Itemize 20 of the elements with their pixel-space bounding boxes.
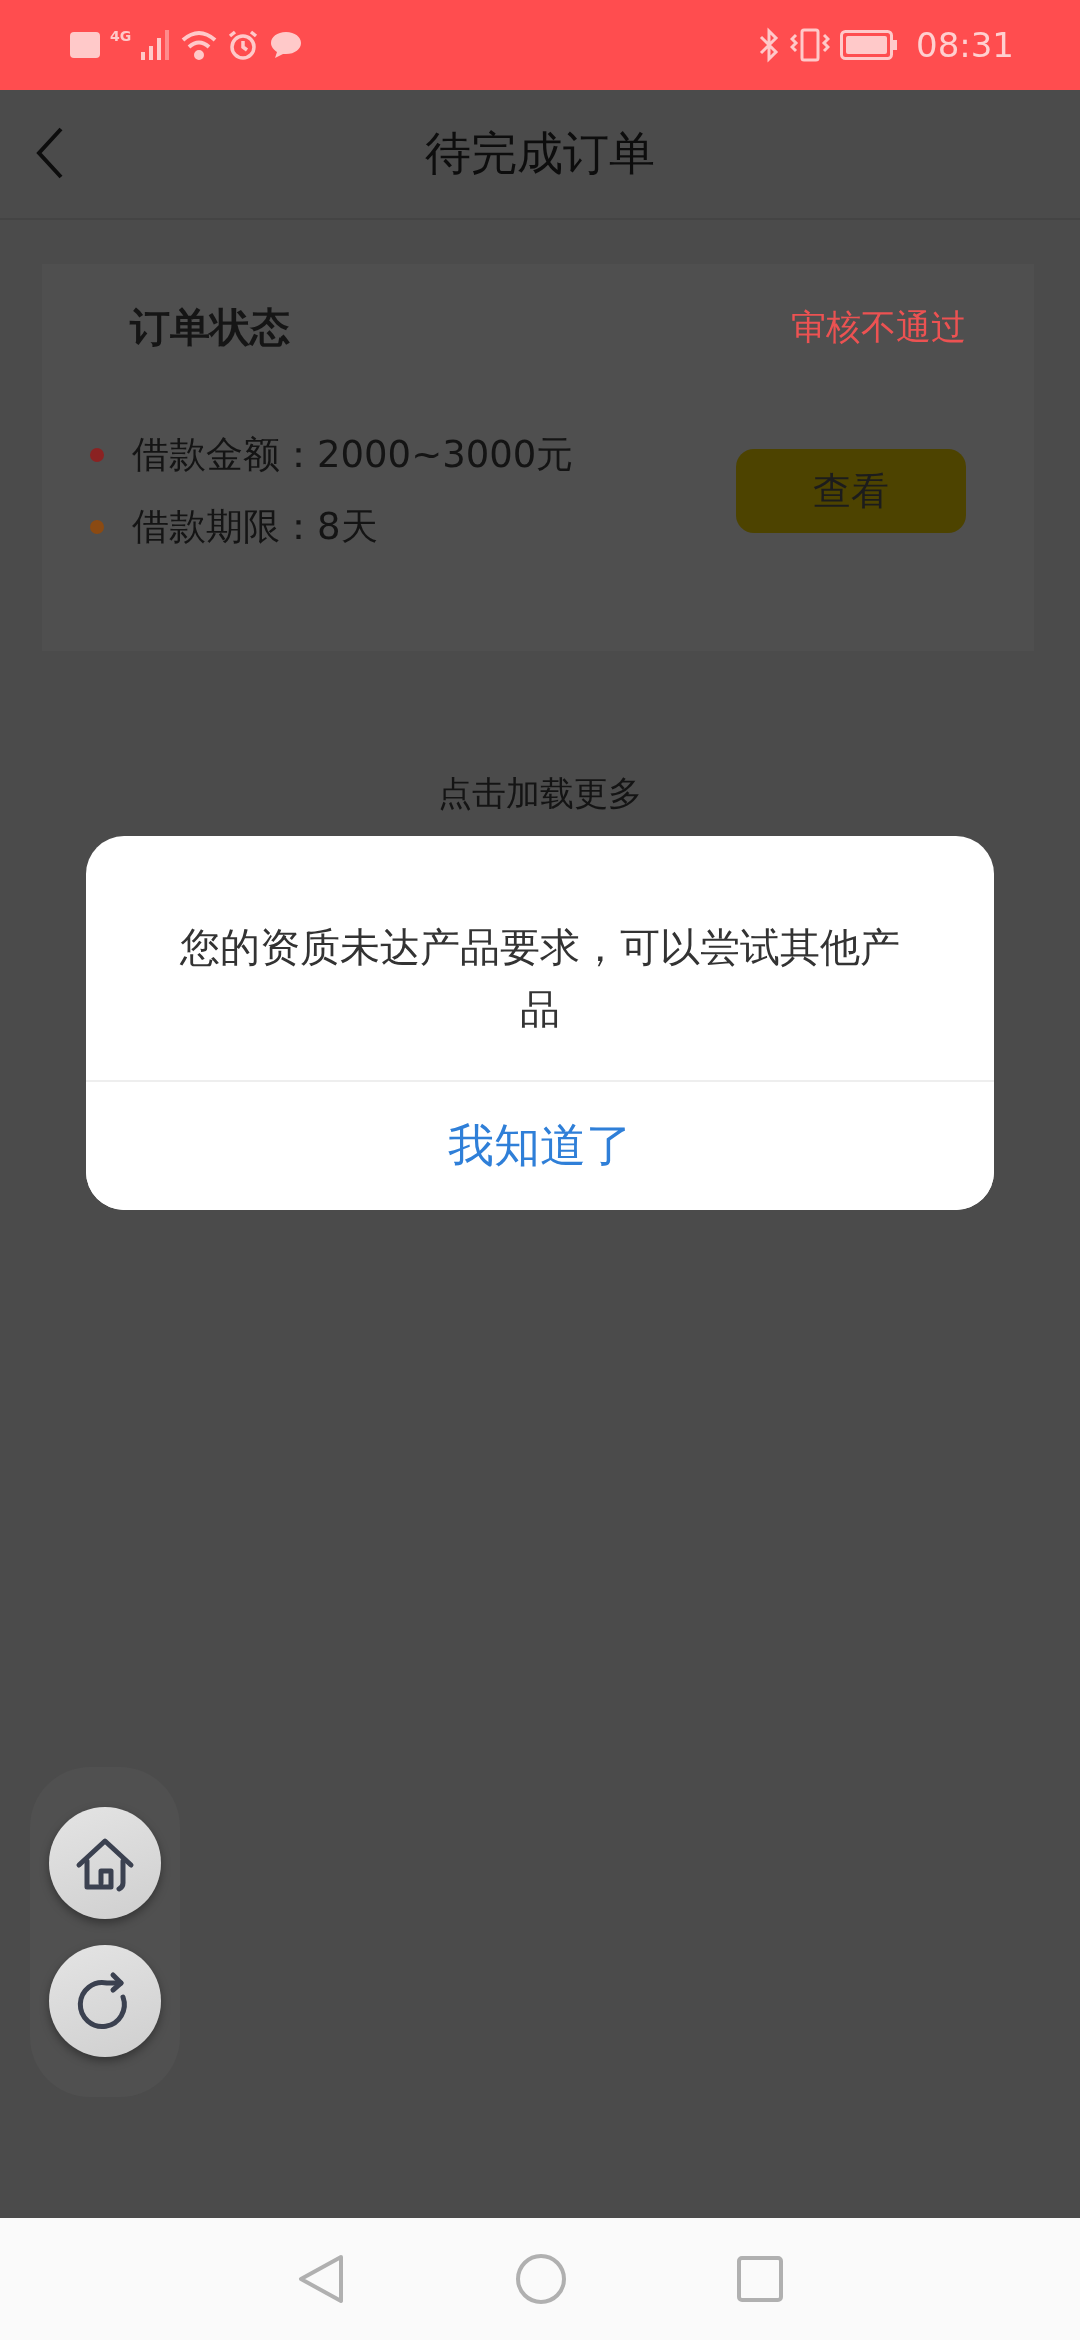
card-title: 订单状态 — [130, 302, 290, 352]
detail-text: 借款金额：2000~3000元 — [132, 432, 574, 478]
page-title: 待完成订单 — [425, 125, 655, 182]
home-nav-button[interactable] — [515, 2253, 567, 2305]
detail-text: 借款期限：8天 — [132, 504, 378, 550]
recents-nav-button[interactable] — [737, 2256, 783, 2302]
wifi-icon — [181, 30, 218, 60]
battery-icon — [840, 30, 898, 60]
confirm-button[interactable]: 我知道了 — [86, 1080, 994, 1210]
clock-time: 08:31 — [916, 25, 1014, 65]
chat-icon — [269, 30, 304, 60]
signal-icon — [141, 30, 172, 60]
vibrate-icon — [790, 27, 830, 63]
hd-icon — [70, 32, 100, 58]
alarm-icon — [227, 29, 260, 61]
dialog-message: 您的资质未达产品要求，可以尝试其他产品 — [179, 923, 901, 1034]
bluetooth-icon — [758, 27, 780, 63]
order-status: 审核不通过 — [791, 305, 966, 349]
network-type: 4G — [110, 28, 132, 44]
back-nav-button[interactable] — [297, 2253, 345, 2305]
